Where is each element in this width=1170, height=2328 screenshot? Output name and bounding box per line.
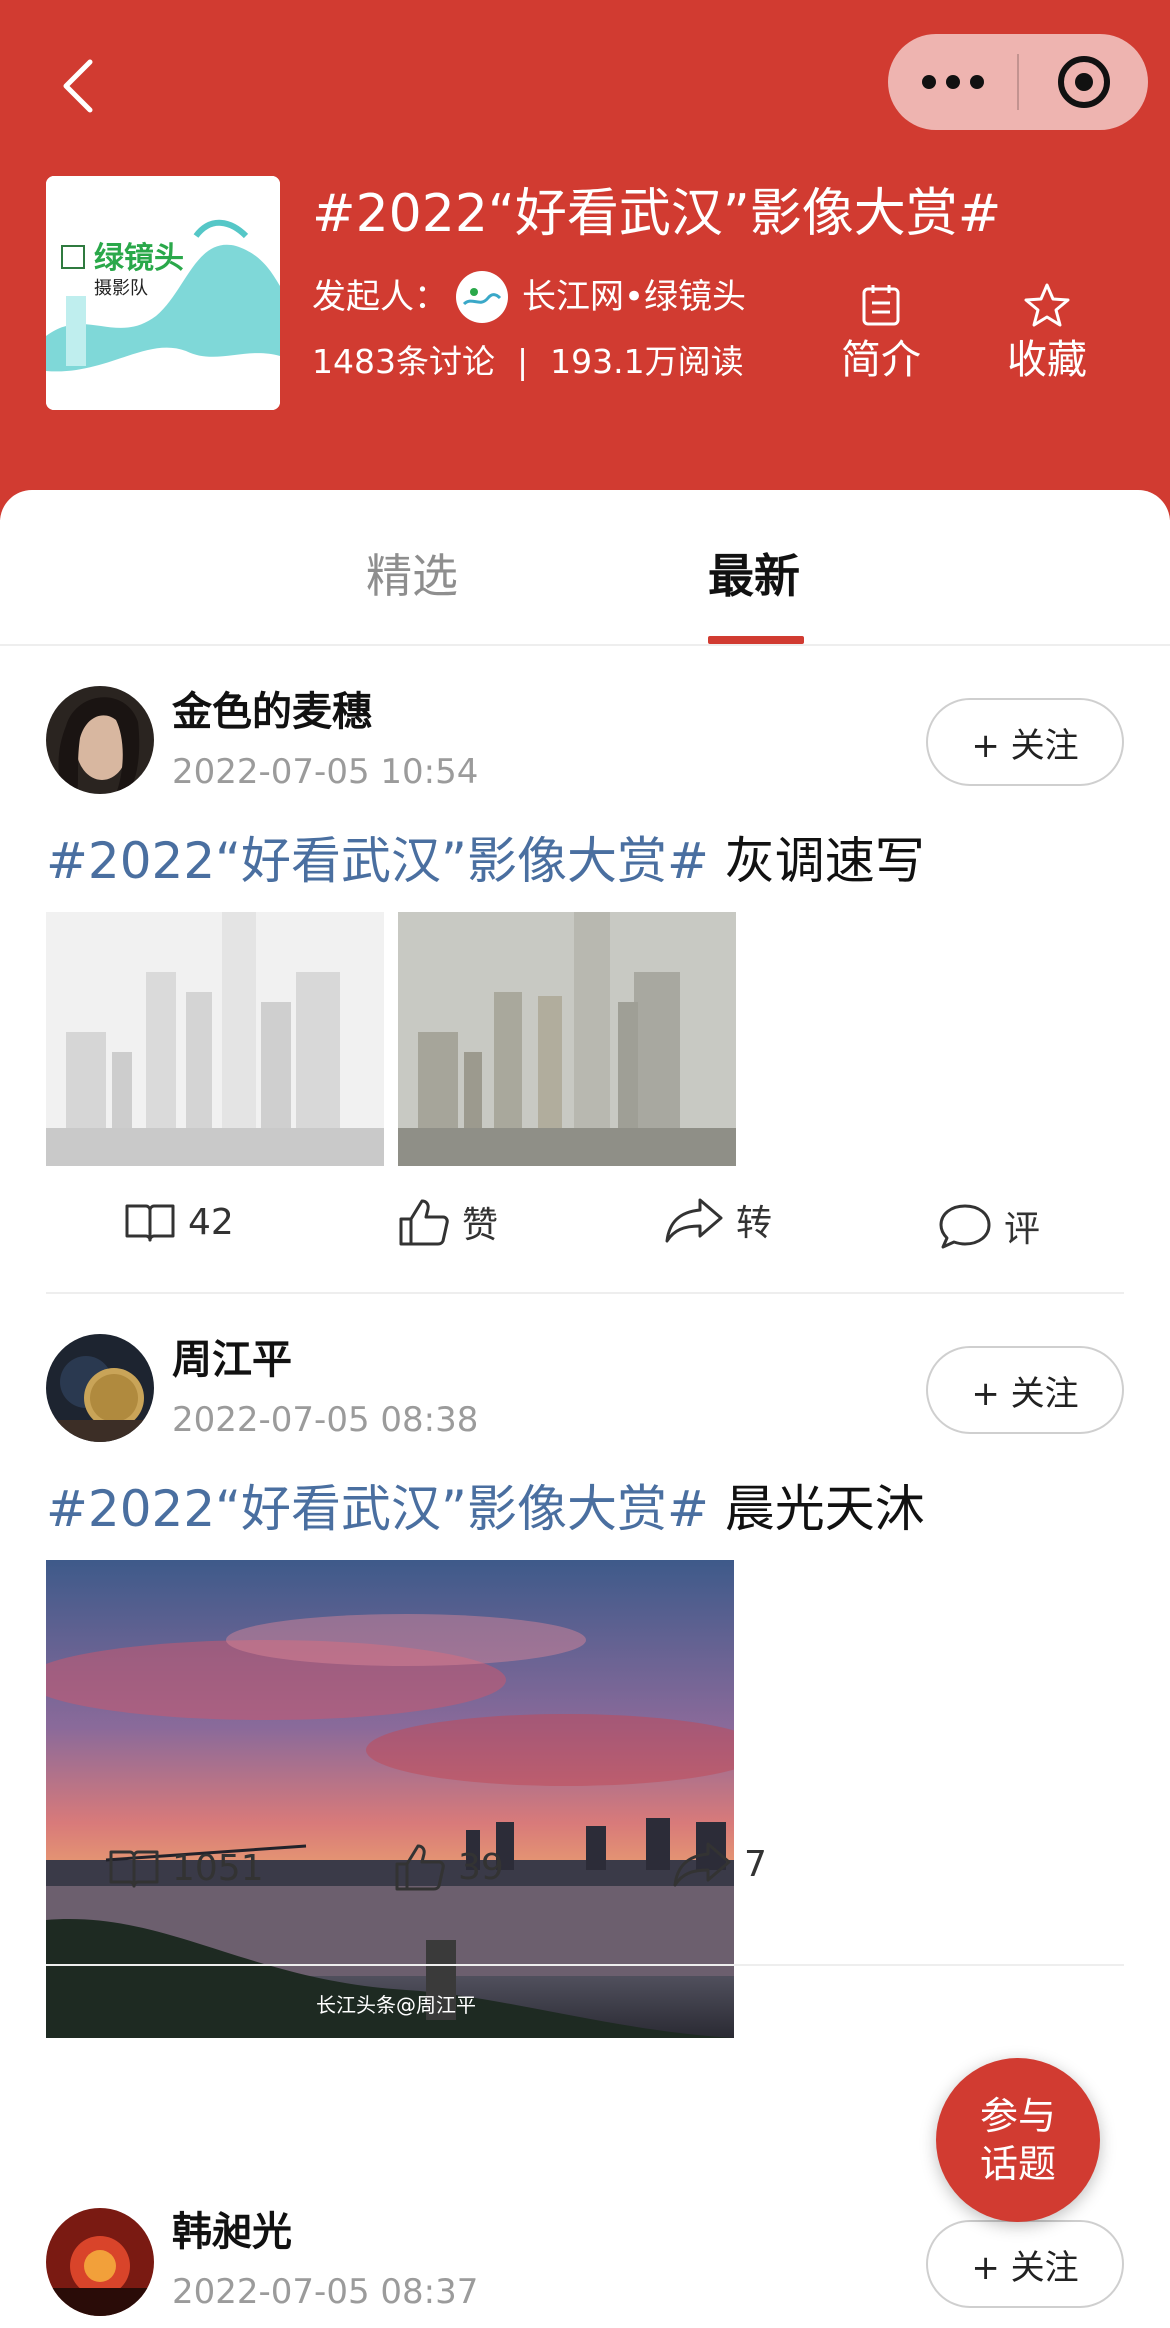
discussion-count: 1483条讨论 xyxy=(312,342,495,381)
collect-button[interactable]: 收藏 xyxy=(982,280,1112,390)
post-body-text: 晨光天沐 xyxy=(708,1480,925,1538)
topic-tag-link[interactable]: #2022“好看武汉”影像大赏# xyxy=(46,832,709,890)
post-divider xyxy=(46,1292,1124,1294)
tab-latest[interactable]: 最新 xyxy=(708,546,800,606)
intro-button[interactable]: 简介 xyxy=(816,280,946,390)
tab-featured[interactable]: 精选 xyxy=(366,546,458,606)
share-button[interactable]: 7 xyxy=(672,1840,767,1888)
photo-watermark: 长江头条@周江平 xyxy=(316,1993,476,2017)
like-label: 赞 xyxy=(462,1205,499,1246)
post-time: 2022-07-05 10:54 xyxy=(172,752,479,792)
chevron-left-icon xyxy=(63,59,93,113)
cover-logo-text: 绿镜头 xyxy=(94,241,184,276)
share-button[interactable]: 转 xyxy=(664,1194,772,1246)
topic-header: 绿镜头 摄影队 #2022“好看武汉”影像大赏# 发起人： 长江网•绿镜头 14… xyxy=(0,0,1170,520)
dot xyxy=(945,75,960,89)
follow-button[interactable]: + 关注 xyxy=(926,698,1124,786)
initiator-label: 发起人： xyxy=(312,277,448,317)
close-miniprogram-button[interactable] xyxy=(1019,34,1148,130)
post-username[interactable]: 韩昶光 xyxy=(172,2204,292,2260)
post-text[interactable]: #2022“好看武汉”影像大赏# 灰调速写 xyxy=(46,826,925,896)
target-icon xyxy=(1057,56,1110,108)
active-tab-indicator xyxy=(708,636,804,644)
read-count: 42 xyxy=(188,1201,234,1243)
collect-label: 收藏 xyxy=(1007,337,1087,383)
document-icon xyxy=(862,285,900,326)
thumbs-up-icon xyxy=(399,1199,449,1246)
star-icon xyxy=(1024,283,1070,327)
share-label: 转 xyxy=(736,1203,773,1244)
topic-title: #2022“好看武汉”影像大赏# xyxy=(312,184,1002,244)
comment-label: 评 xyxy=(1004,1209,1041,1250)
post-text[interactable]: #2022“好看武汉”影像大赏# 晨光天沐 xyxy=(46,1474,925,1544)
share-arrow-icon xyxy=(665,1198,723,1243)
read-count-action: 42 xyxy=(124,1200,234,1244)
more-button[interactable] xyxy=(888,34,1017,130)
post-body-text: 灰调速写 xyxy=(708,832,925,890)
post-time: 2022-07-05 08:37 xyxy=(172,2272,479,2312)
dot xyxy=(969,75,984,89)
post-divider xyxy=(46,1964,1124,1966)
org-avatar xyxy=(456,271,508,323)
dot xyxy=(921,75,936,89)
post-username[interactable]: 周江平 xyxy=(172,1332,292,1388)
avatar[interactable] xyxy=(46,686,154,794)
initiator-name: 长江网•绿镜头 xyxy=(522,277,747,317)
like-count: 39 xyxy=(458,1846,504,1888)
share-arrow-icon xyxy=(673,1842,731,1887)
follow-button[interactable]: + 关注 xyxy=(926,2220,1124,2308)
comment-button[interactable]: 评 xyxy=(938,1200,1040,1252)
avatar[interactable] xyxy=(46,1334,154,1442)
follow-button[interactable]: + 关注 xyxy=(926,1346,1124,1434)
initiator-row[interactable]: 发起人： 长江网•绿镜头 xyxy=(312,270,746,324)
intro-label: 简介 xyxy=(841,337,921,383)
book-icon xyxy=(125,1204,175,1242)
stats-separator: | xyxy=(516,342,529,381)
miniprogram-capsule xyxy=(888,34,1148,130)
read-count-action: 1051 xyxy=(108,1846,264,1890)
book-icon xyxy=(109,1850,159,1888)
post-photo[interactable]: 长江头条@周江平 xyxy=(46,1560,734,2038)
like-button[interactable]: 39 xyxy=(394,1842,504,1892)
join-topic-button[interactable]: 参与 话题 xyxy=(936,2058,1100,2222)
thumbs-up-icon xyxy=(395,1844,445,1891)
like-button[interactable]: 赞 xyxy=(398,1196,498,1248)
read-count: 1051 xyxy=(172,1847,264,1889)
post-photo[interactable] xyxy=(398,912,736,1166)
topic-tag-link[interactable]: #2022“好看武汉”影像大赏# xyxy=(46,1480,709,1538)
read-count: 193.1万阅读 xyxy=(550,342,744,381)
share-count: 7 xyxy=(744,1843,767,1885)
comment-bubble-icon xyxy=(939,1204,991,1249)
topic-stats: 1483条讨论 | 193.1万阅读 xyxy=(312,336,744,388)
fab-line1: 参与 xyxy=(979,2094,1056,2138)
back-button[interactable] xyxy=(48,56,108,116)
fab-line2: 话题 xyxy=(979,2142,1056,2186)
post-photo[interactable] xyxy=(46,912,384,1166)
tab-bar: 精选 最新 xyxy=(0,490,1170,646)
post-username[interactable]: 金色的麦穗 xyxy=(172,684,372,740)
cover-logo-subtext: 摄影队 xyxy=(94,278,148,299)
avatar[interactable] xyxy=(46,2208,154,2316)
post-time: 2022-07-05 08:38 xyxy=(172,1400,479,1440)
topic-cover-image: 绿镜头 摄影队 xyxy=(46,176,280,410)
